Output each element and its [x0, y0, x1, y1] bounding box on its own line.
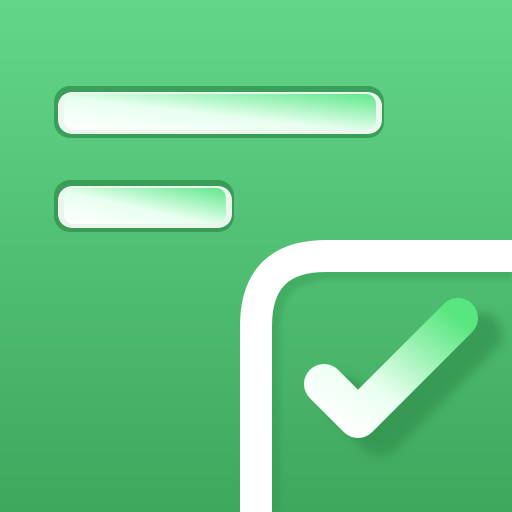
text-line-short: [54, 180, 234, 232]
text-line-long: [54, 86, 384, 138]
checklist-app-icon: [0, 0, 512, 512]
checklist-app-icon-graphic: [0, 0, 512, 512]
